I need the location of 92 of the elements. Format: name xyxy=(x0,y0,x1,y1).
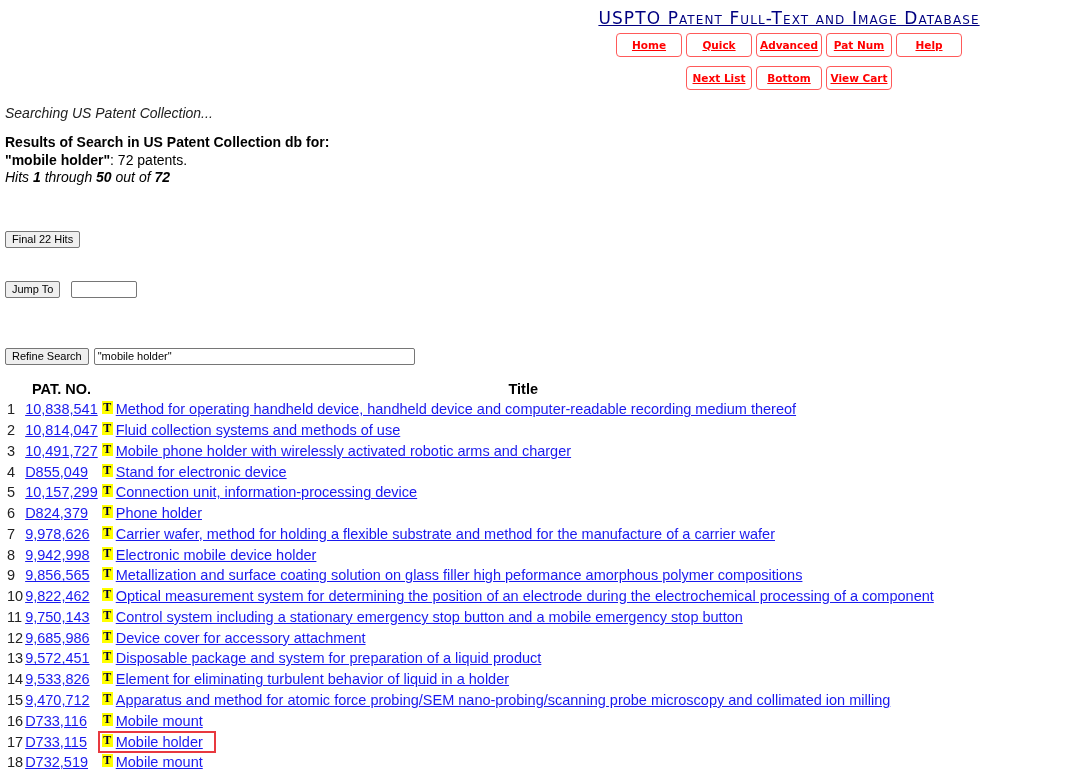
nav-button[interactable]: Home xyxy=(616,33,682,57)
row-number: 9 xyxy=(7,567,16,584)
column-header: Title xyxy=(508,380,539,397)
nav-button[interactable]: Bottom xyxy=(756,66,822,90)
patent-number-link[interactable]: 9,533,826 xyxy=(25,671,90,688)
patent-title-link[interactable]: Element for eliminating turbulent behavior of liquid in a holder xyxy=(115,670,510,689)
patent-title-link[interactable]: Mobile mount xyxy=(115,711,203,731)
t-icon[interactable]: T xyxy=(101,608,113,622)
patent-title-link[interactable]: Method for operating handheld device, handheld device and computer-readable recording medium thereof xyxy=(115,400,797,420)
t-icon[interactable]: T xyxy=(101,463,113,477)
t-icon[interactable]: T xyxy=(101,754,113,768)
row-number: 16 xyxy=(7,712,24,729)
status-text: Searching US Patent Collection... xyxy=(5,104,214,122)
patent-title-link[interactable]: Metallization and surface coating solution on glass filler high peformance amorphous polymer compositions xyxy=(115,566,803,586)
row-number: 10 xyxy=(7,588,24,605)
refine-search-button[interactable]: Refine Search xyxy=(5,347,89,365)
row-number: 17 xyxy=(7,733,24,750)
patent-title-link[interactable]: Control system including a stationary emergency stop button and a mobile emergency stop button xyxy=(115,607,743,627)
final-hits-button[interactable]: Final 22 Hits xyxy=(5,230,81,248)
query-summary: "mobile holder": 72 patents. xyxy=(5,151,188,168)
row-number: 14 xyxy=(7,671,24,688)
t-icon[interactable]: T xyxy=(101,733,113,747)
patent-title-link[interactable]: Phone holder xyxy=(115,504,202,523)
t-icon[interactable]: T xyxy=(101,422,113,436)
patent-title-link[interactable]: Apparatus and method for atomic force probing/SEM nano-probing/scanning probe microscopy and collimated ion milling xyxy=(115,691,891,710)
t-icon[interactable]: T xyxy=(101,671,113,685)
patent-title-link[interactable]: Device cover for accessory attachment xyxy=(115,628,366,648)
nav-button[interactable]: Help xyxy=(896,33,962,57)
patent-number-link[interactable]: 10,491,727 xyxy=(25,442,98,459)
row-number: 3 xyxy=(7,442,16,459)
patent-title-link[interactable]: Optical measurement system for determining the position of an electrode during the electrochemical processing of a component xyxy=(115,587,934,606)
row-number: 18 xyxy=(7,754,24,771)
t-icon[interactable]: T xyxy=(101,629,113,643)
nav-button[interactable]: Advanced xyxy=(756,33,822,57)
t-icon[interactable]: T xyxy=(101,650,113,664)
t-icon[interactable]: T xyxy=(101,505,113,519)
row-number: 4 xyxy=(7,463,16,480)
row-number: 13 xyxy=(7,650,24,667)
row-number: 11 xyxy=(7,608,23,625)
patent-number-link[interactable]: 9,572,451 xyxy=(25,650,90,667)
patent-number-link[interactable]: 9,942,998 xyxy=(25,546,90,563)
t-icon[interactable]: T xyxy=(101,567,113,581)
patent-number-link[interactable]: D733,116 xyxy=(25,712,87,729)
patent-title-link[interactable]: Stand for electronic device xyxy=(115,462,287,482)
t-icon[interactable]: T xyxy=(101,401,113,415)
hits-summary: Hits 1 through 50 out of 72 xyxy=(5,169,171,185)
row-number: 6 xyxy=(7,505,16,522)
t-icon[interactable]: T xyxy=(101,692,113,705)
t-icon[interactable]: T xyxy=(101,588,113,602)
patent-number-link[interactable]: 10,838,541 xyxy=(25,401,98,418)
row-number: 2 xyxy=(7,422,16,439)
patent-number-link[interactable]: 9,685,986 xyxy=(25,629,90,646)
nav-button[interactable]: View Cart xyxy=(826,66,892,90)
row-number: 5 xyxy=(7,484,16,501)
patent-number-link[interactable]: 9,470,712 xyxy=(25,692,90,708)
database-title-link[interactable]: USPTO Patent Full-Text and Image Database xyxy=(598,8,980,28)
patent-title-link[interactable]: Mobile phone holder with wirelessly activated robotic arms and charger xyxy=(115,441,572,461)
t-icon[interactable]: T xyxy=(101,546,113,560)
patent-title-link[interactable]: Electronic mobile device holder xyxy=(115,545,317,565)
patent-title-link[interactable]: Mobile mount xyxy=(115,753,203,773)
patent-title-link[interactable]: Mobile holder xyxy=(115,732,203,752)
jump-to-field[interactable] xyxy=(71,280,138,298)
patent-number-link[interactable]: 10,157,299 xyxy=(25,484,98,501)
results-heading: Results of Search in US Patent Collection db for: xyxy=(5,134,331,152)
patent-title-link[interactable]: Fluid collection systems and methods of use xyxy=(115,421,401,440)
row-number: 7 xyxy=(7,525,16,542)
row-number: 1 xyxy=(7,401,16,418)
refine-search-field[interactable]: "mobile holder" xyxy=(93,347,415,365)
patent-number-link[interactable]: D732,519 xyxy=(25,754,89,771)
t-icon[interactable]: T xyxy=(101,712,113,726)
patent-number-link[interactable]: 9,978,626 xyxy=(25,525,90,542)
patent-number-link[interactable]: 9,856,565 xyxy=(25,567,90,584)
patent-number-link[interactable]: D824,379 xyxy=(25,505,89,522)
patent-number-link[interactable]: D855,049 xyxy=(25,463,89,480)
row-number: 12 xyxy=(7,629,24,646)
patent-number-link[interactable]: 9,750,143 xyxy=(25,608,90,625)
patent-title-link[interactable]: Disposable package and system for preparation of a liquid product xyxy=(115,649,542,669)
nav-button[interactable]: Pat Num xyxy=(826,33,892,57)
patent-title-link[interactable]: Connection unit, information-processing device xyxy=(115,483,418,503)
t-icon[interactable]: T xyxy=(101,442,113,456)
column-header: PAT. NO. xyxy=(31,380,91,397)
patent-title-link[interactable]: Carrier wafer, method for holding a flexible substrate and method for the manufacture of a carrier wafer xyxy=(115,524,775,544)
jump-to-button[interactable]: Jump To xyxy=(5,280,61,298)
patent-number-link[interactable]: 9,822,462 xyxy=(25,588,90,605)
patent-number-link[interactable]: D733,115 xyxy=(25,733,87,750)
row-number: 8 xyxy=(7,546,16,563)
patent-number-link[interactable]: 10,814,047 xyxy=(25,422,98,439)
nav-button[interactable]: Next List xyxy=(686,66,752,90)
t-icon[interactable]: T xyxy=(101,525,113,539)
t-icon[interactable]: T xyxy=(101,484,113,498)
row-number: 15 xyxy=(7,692,24,708)
nav-button[interactable]: Quick xyxy=(686,33,752,57)
